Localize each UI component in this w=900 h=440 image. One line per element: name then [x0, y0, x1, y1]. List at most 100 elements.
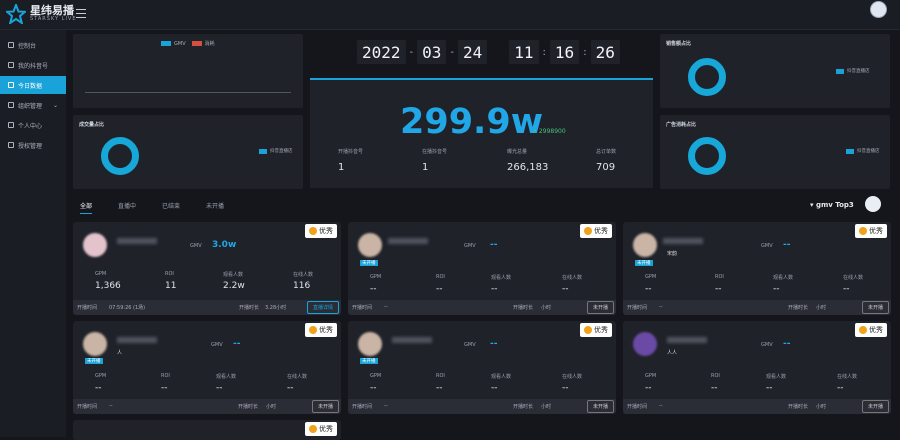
- stat-value: 1: [338, 162, 345, 173]
- legend-swatch-cost: [191, 41, 202, 46]
- top-bar: 星纬易播 STARSKY LIVE: [0, 0, 900, 30]
- tab-all[interactable]: 全部: [80, 201, 93, 214]
- sidebar-item-auth[interactable]: 授权管理: [0, 136, 66, 154]
- start-time-value: --: [384, 304, 388, 310]
- anchor-card[interactable]: 优秀 未开播人 GMV -- GPM -- ROI -- 观看人数 -- 在线人数 -- …: [73, 321, 341, 414]
- brand-logo[interactable]: 星纬易播 STARSKY LIVE: [6, 4, 77, 24]
- duration-value: 小时: [816, 305, 827, 311]
- metric-label-viewers: 观看人数: [216, 374, 237, 380]
- rating-badge: 优秀: [305, 224, 337, 238]
- coin-icon: [584, 326, 592, 334]
- coin-icon: [309, 425, 317, 433]
- rating-badge: 优秀: [855, 323, 887, 337]
- legend-swatch: [259, 148, 267, 154]
- metric-value-gpm: --: [645, 383, 652, 393]
- anchor-avatar[interactable]: [633, 233, 657, 257]
- rating-label: 优秀: [319, 425, 333, 433]
- card-footer: 开播时间 -- 开播时长 小时 未开播: [623, 399, 891, 414]
- metric-value-gpm: 1,366: [95, 281, 121, 291]
- live-detail-button[interactable]: 直播详情: [306, 301, 339, 314]
- anchor-card[interactable]: 优秀 未开播 GMV -- GPM -- ROI -- 观看人数 -- 在线人数 -- 开…: [348, 222, 616, 315]
- legend-swatch-gmv: [161, 41, 171, 46]
- coin-icon: [859, 326, 867, 334]
- metric-value-viewers: --: [491, 383, 498, 393]
- user-avatar[interactable]: [870, 1, 887, 18]
- sidebar-item-label: 控制台: [18, 42, 37, 50]
- legend-swatch: [846, 148, 854, 154]
- metric-label-gpm: GPM: [95, 271, 107, 277]
- metric-value-online: --: [562, 383, 569, 393]
- metric-value-gpm: --: [645, 284, 652, 294]
- anchor-avatar[interactable]: [633, 332, 657, 356]
- panel-title: 成交量占比: [79, 122, 105, 128]
- duration-value: 小时: [541, 404, 552, 410]
- star-icon: [6, 4, 26, 24]
- metric-label-online: 在线人数: [562, 275, 583, 281]
- sidebar-item-org[interactable]: 组织管理 ⌄: [0, 96, 66, 114]
- not-live-button[interactable]: 未开播: [586, 400, 614, 413]
- legend-label: GMV: [174, 40, 186, 47]
- anchor-card[interactable]: 优秀 人人 GMV -- GPM -- ROI -- 观看人数 -- 在线人数 -- 开播…: [623, 321, 891, 414]
- clock: 2022- 03- 24 11: 16: 26: [357, 40, 620, 64]
- anchor-card[interactable]: 优秀 GMV 3.0w GPM 1,366 ROI 11 观看人数 2.2w 在线人数 …: [73, 222, 341, 315]
- stat-value: 266,183: [507, 162, 549, 173]
- stat-label: 在播抖音号: [422, 149, 448, 155]
- not-live-button[interactable]: 未开播: [311, 400, 339, 413]
- tab-ended[interactable]: 已结束: [162, 201, 180, 214]
- anchor-card[interactable]: 优秀 未开播 宋韵 GMV -- GPM -- ROI -- 观看人数 -- 在线人数 --…: [623, 222, 891, 315]
- brand-badge-icon: [865, 196, 881, 212]
- metric-label-gpm: GPM: [370, 373, 382, 379]
- anchor-avatar[interactable]: [358, 233, 382, 257]
- not-live-button[interactable]: 未开播: [586, 301, 614, 314]
- metric-label-viewers: 观看人数: [491, 275, 512, 281]
- metric-label-roi: ROI: [165, 271, 174, 277]
- duration-label: 开播时长: [239, 305, 260, 311]
- sidebar-item-douyin[interactable]: 我的抖音号: [0, 56, 66, 74]
- gmv-value: --: [783, 240, 791, 250]
- start-time-value: --: [384, 403, 388, 409]
- not-live-button[interactable]: 未开播: [861, 400, 889, 413]
- metric-value-viewers: 2.2w: [223, 281, 245, 291]
- clock-hour: 11: [509, 40, 539, 64]
- sidebar-item-label: 我的抖音号: [18, 62, 49, 70]
- anchor-avatar[interactable]: [83, 332, 107, 356]
- coin-icon: [309, 227, 317, 235]
- anchor-name: [392, 337, 432, 343]
- legend-label: 抖音直播店: [270, 149, 293, 154]
- chart-axis: [85, 92, 291, 93]
- coin-icon: [859, 227, 867, 235]
- tab-not-started[interactable]: 未开播: [206, 201, 224, 214]
- card-footer: 开播时间 -- 开播时长 小时 未开播: [623, 300, 891, 315]
- not-live-button[interactable]: 未开播: [861, 301, 889, 314]
- anchor-avatar[interactable]: [358, 332, 382, 356]
- anchor-card[interactable]: 优秀: [73, 420, 341, 440]
- metric-label-roi: ROI: [436, 373, 445, 379]
- gmv-label: GMV: [464, 243, 476, 249]
- metric-label-viewers: 观看人数: [491, 374, 512, 380]
- card-footer: 开播时间 -- 开播时长 小时 未开播: [348, 300, 616, 315]
- anchor-card[interactable]: 优秀 未开播 GMV -- GPM -- ROI -- 观看人数 -- 在线人数 -- 开…: [348, 321, 616, 414]
- gmv-label: GMV: [761, 342, 773, 348]
- donut-legend: 抖音直播店: [836, 68, 870, 74]
- gmv-value: --: [490, 339, 498, 349]
- start-time-label: 开播时间: [627, 305, 648, 311]
- tab-live[interactable]: 直播中: [118, 201, 136, 214]
- metric-value-online: --: [562, 284, 569, 294]
- gmv-top3-dropdown[interactable]: ▾ gmv Top3: [810, 201, 854, 209]
- metric-value-viewers: --: [766, 383, 773, 393]
- metric-value-online: --: [843, 284, 850, 294]
- metric-label-viewers: 观看人数: [766, 374, 787, 380]
- metric-value-online: 116: [293, 281, 311, 291]
- anchor-avatar[interactable]: [83, 233, 107, 257]
- metric-label-online: 在线人数: [837, 374, 858, 380]
- menu-toggle-icon[interactable]: [76, 9, 86, 18]
- stat-value: 1: [422, 162, 429, 173]
- anchor-subname: 人: [117, 350, 123, 356]
- sidebar-item-console[interactable]: 控制台: [0, 36, 66, 54]
- duration-label: 开播时长: [513, 305, 534, 311]
- home-icon: [8, 42, 14, 48]
- gmv-label: GMV: [761, 243, 773, 249]
- sidebar-item-profile[interactable]: 个人中心: [0, 116, 66, 134]
- donut-legend: 抖音直播店: [259, 148, 293, 154]
- sidebar-item-today[interactable]: 今日数据: [0, 76, 66, 94]
